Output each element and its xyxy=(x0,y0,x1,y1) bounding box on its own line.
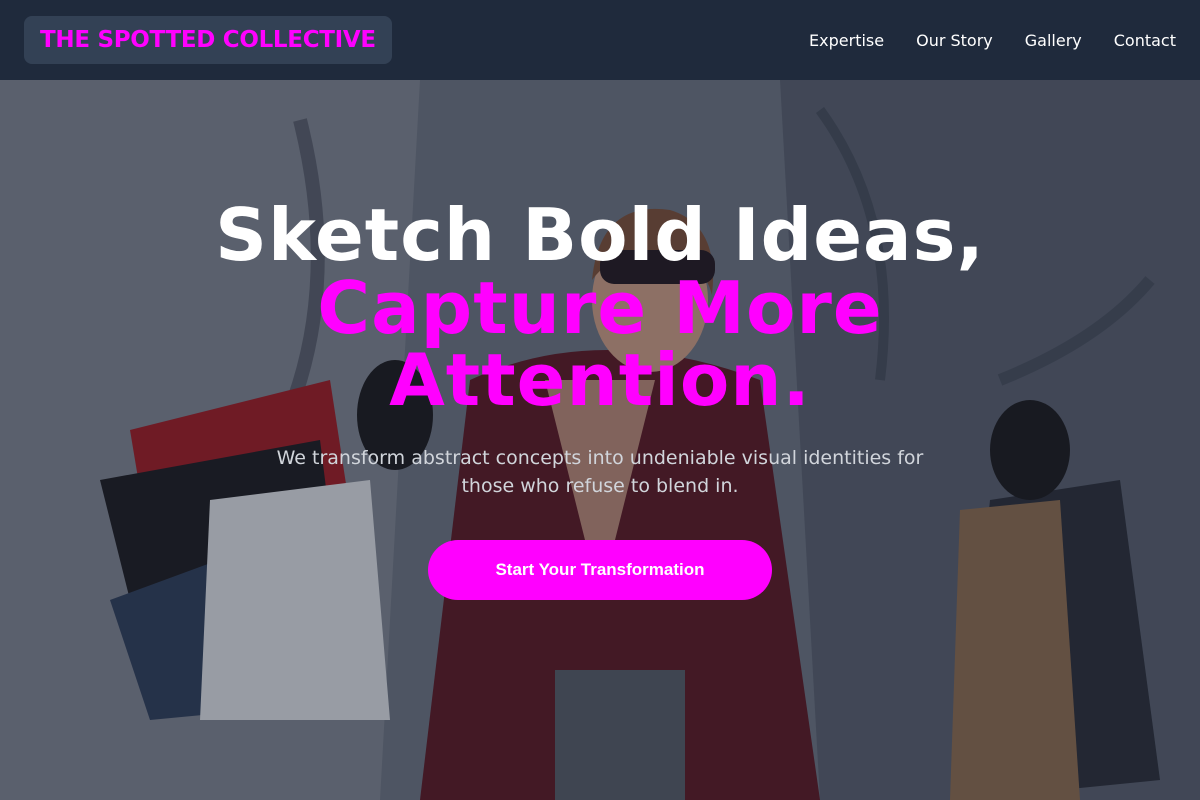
nav-link-expertise[interactable]: Expertise xyxy=(809,31,884,50)
hero-headline: Sketch Bold Ideas, xyxy=(215,193,985,277)
main-nav: Expertise Our Story Gallery Contact xyxy=(809,31,1176,50)
start-transformation-button[interactable]: Start Your Transformation xyxy=(428,540,772,600)
hero-section: Sketch Bold Ideas, Capture More Attentio… xyxy=(0,80,1200,800)
hero-content: Sketch Bold Ideas, Capture More Attentio… xyxy=(0,198,1200,600)
nav-link-gallery[interactable]: Gallery xyxy=(1025,31,1082,50)
site-header: THE SPOTTED COLLECTIVE Expertise Our Sto… xyxy=(0,0,1200,80)
nav-link-our-story[interactable]: Our Story xyxy=(916,31,993,50)
hero-headline-accent: Capture More Attention. xyxy=(317,266,883,422)
site-logo[interactable]: THE SPOTTED COLLECTIVE xyxy=(24,16,392,64)
nav-link-contact[interactable]: Contact xyxy=(1114,31,1176,50)
hero-subtext: We transform abstract concepts into unde… xyxy=(276,447,924,497)
